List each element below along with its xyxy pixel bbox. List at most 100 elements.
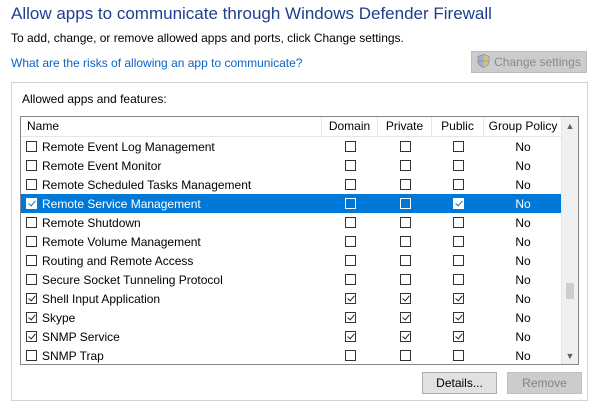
list-row[interactable]: Remote Service Management No bbox=[21, 194, 562, 213]
domain-checkbox[interactable] bbox=[344, 160, 356, 171]
allowed-apps-group: Allowed apps and features: Name Domain P… bbox=[11, 82, 588, 401]
list-row[interactable]: Remote Shutdown No bbox=[21, 213, 562, 232]
group-policy-value: No bbox=[515, 234, 531, 249]
risks-link[interactable]: What are the risks of allowing an app to… bbox=[11, 56, 302, 70]
private-checkbox[interactable] bbox=[399, 331, 411, 342]
app-name: Shell Input Application bbox=[42, 291, 161, 306]
private-checkbox[interactable] bbox=[399, 236, 411, 247]
public-checkbox[interactable] bbox=[452, 198, 464, 209]
list-row[interactable]: Remote Event Monitor No bbox=[21, 156, 562, 175]
list-row[interactable]: Secure Socket Tunneling Protocol No bbox=[21, 270, 562, 289]
details-button[interactable]: Details... bbox=[422, 372, 497, 394]
column-header-name[interactable]: Name bbox=[21, 117, 322, 136]
enable-checkbox[interactable] bbox=[26, 293, 37, 304]
group-policy-value: No bbox=[515, 196, 531, 211]
domain-checkbox[interactable] bbox=[344, 312, 356, 323]
public-checkbox[interactable] bbox=[452, 331, 464, 342]
group-policy-value: No bbox=[515, 158, 531, 173]
app-name: Secure Socket Tunneling Protocol bbox=[42, 272, 223, 287]
enable-checkbox[interactable] bbox=[26, 217, 37, 228]
private-checkbox[interactable] bbox=[399, 312, 411, 323]
scrollbar-thumb[interactable] bbox=[566, 283, 574, 299]
list-row[interactable]: Shell Input Application No bbox=[21, 289, 562, 308]
list-row[interactable]: Remote Volume Management No bbox=[21, 232, 562, 251]
app-name: Remote Shutdown bbox=[42, 215, 141, 230]
page-subtitle: To add, change, or remove allowed apps a… bbox=[11, 31, 404, 45]
domain-checkbox[interactable] bbox=[344, 293, 356, 304]
column-header-private[interactable]: Private bbox=[378, 117, 432, 136]
group-policy-value: No bbox=[515, 348, 531, 363]
enable-checkbox[interactable] bbox=[26, 160, 37, 171]
app-name: Remote Event Log Management bbox=[42, 139, 215, 154]
public-checkbox[interactable] bbox=[452, 160, 464, 171]
domain-checkbox[interactable] bbox=[344, 179, 356, 190]
public-checkbox[interactable] bbox=[452, 293, 464, 304]
private-checkbox[interactable] bbox=[399, 179, 411, 190]
enable-checkbox[interactable] bbox=[26, 198, 37, 209]
list-row[interactable]: SNMP Trap No bbox=[21, 346, 562, 364]
private-checkbox[interactable] bbox=[399, 274, 411, 285]
private-checkbox[interactable] bbox=[399, 350, 411, 361]
change-settings-button[interactable]: Change settings bbox=[471, 51, 587, 73]
domain-checkbox[interactable] bbox=[344, 198, 356, 209]
public-checkbox[interactable] bbox=[452, 141, 464, 152]
domain-checkbox[interactable] bbox=[344, 255, 356, 266]
public-checkbox[interactable] bbox=[452, 236, 464, 247]
list-header: Name Domain Private Public Group Policy bbox=[21, 117, 562, 137]
app-name: Remote Event Monitor bbox=[42, 158, 162, 173]
enable-checkbox[interactable] bbox=[26, 255, 37, 266]
enable-checkbox[interactable] bbox=[26, 236, 37, 247]
list-row[interactable]: Routing and Remote Access No bbox=[21, 251, 562, 270]
private-checkbox[interactable] bbox=[399, 255, 411, 266]
app-name: SNMP Service bbox=[42, 329, 120, 344]
group-policy-value: No bbox=[515, 177, 531, 192]
domain-checkbox[interactable] bbox=[344, 141, 356, 152]
app-name: SNMP Trap bbox=[42, 348, 104, 363]
uac-shield-icon bbox=[477, 53, 490, 71]
app-name: Remote Service Management bbox=[42, 196, 201, 211]
domain-checkbox[interactable] bbox=[344, 236, 356, 247]
vertical-scrollbar[interactable]: ▲ ▼ bbox=[561, 117, 578, 364]
chevron-down-icon[interactable]: ▼ bbox=[562, 347, 578, 364]
public-checkbox[interactable] bbox=[452, 350, 464, 361]
page-title: Allow apps to communicate through Window… bbox=[11, 4, 492, 23]
app-name: Remote Volume Management bbox=[42, 234, 201, 249]
group-policy-value: No bbox=[515, 139, 531, 154]
list-rows: Remote Event Log Management No Remote Ev… bbox=[21, 137, 562, 364]
domain-checkbox[interactable] bbox=[344, 217, 356, 228]
remove-button[interactable]: Remove bbox=[507, 372, 582, 394]
enable-checkbox[interactable] bbox=[26, 179, 37, 190]
list-row[interactable]: Remote Event Log Management No bbox=[21, 137, 562, 156]
enable-checkbox[interactable] bbox=[26, 350, 37, 361]
domain-checkbox[interactable] bbox=[344, 350, 356, 361]
column-header-domain[interactable]: Domain bbox=[322, 117, 378, 136]
public-checkbox[interactable] bbox=[452, 255, 464, 266]
app-name: Remote Scheduled Tasks Management bbox=[42, 177, 252, 192]
public-checkbox[interactable] bbox=[452, 217, 464, 228]
private-checkbox[interactable] bbox=[399, 198, 411, 209]
list-row[interactable]: SNMP Service No bbox=[21, 327, 562, 346]
private-checkbox[interactable] bbox=[399, 293, 411, 304]
list-row[interactable]: Remote Scheduled Tasks Management No bbox=[21, 175, 562, 194]
domain-checkbox[interactable] bbox=[344, 331, 356, 342]
enable-checkbox[interactable] bbox=[26, 331, 37, 342]
column-header-group-policy[interactable]: Group Policy bbox=[484, 117, 562, 136]
enable-checkbox[interactable] bbox=[26, 312, 37, 323]
group-policy-value: No bbox=[515, 215, 531, 230]
chevron-up-icon[interactable]: ▲ bbox=[562, 117, 578, 134]
private-checkbox[interactable] bbox=[399, 160, 411, 171]
group-policy-value: No bbox=[515, 272, 531, 287]
allowed-apps-list[interactable]: Name Domain Private Public Group Policy … bbox=[20, 116, 579, 365]
enable-checkbox[interactable] bbox=[26, 141, 37, 152]
list-row[interactable]: Skype No bbox=[21, 308, 562, 327]
private-checkbox[interactable] bbox=[399, 141, 411, 152]
private-checkbox[interactable] bbox=[399, 217, 411, 228]
domain-checkbox[interactable] bbox=[344, 274, 356, 285]
column-header-public[interactable]: Public bbox=[432, 117, 484, 136]
public-checkbox[interactable] bbox=[452, 312, 464, 323]
group-policy-value: No bbox=[515, 310, 531, 325]
public-checkbox[interactable] bbox=[452, 274, 464, 285]
enable-checkbox[interactable] bbox=[26, 274, 37, 285]
app-name: Routing and Remote Access bbox=[42, 253, 194, 268]
public-checkbox[interactable] bbox=[452, 179, 464, 190]
